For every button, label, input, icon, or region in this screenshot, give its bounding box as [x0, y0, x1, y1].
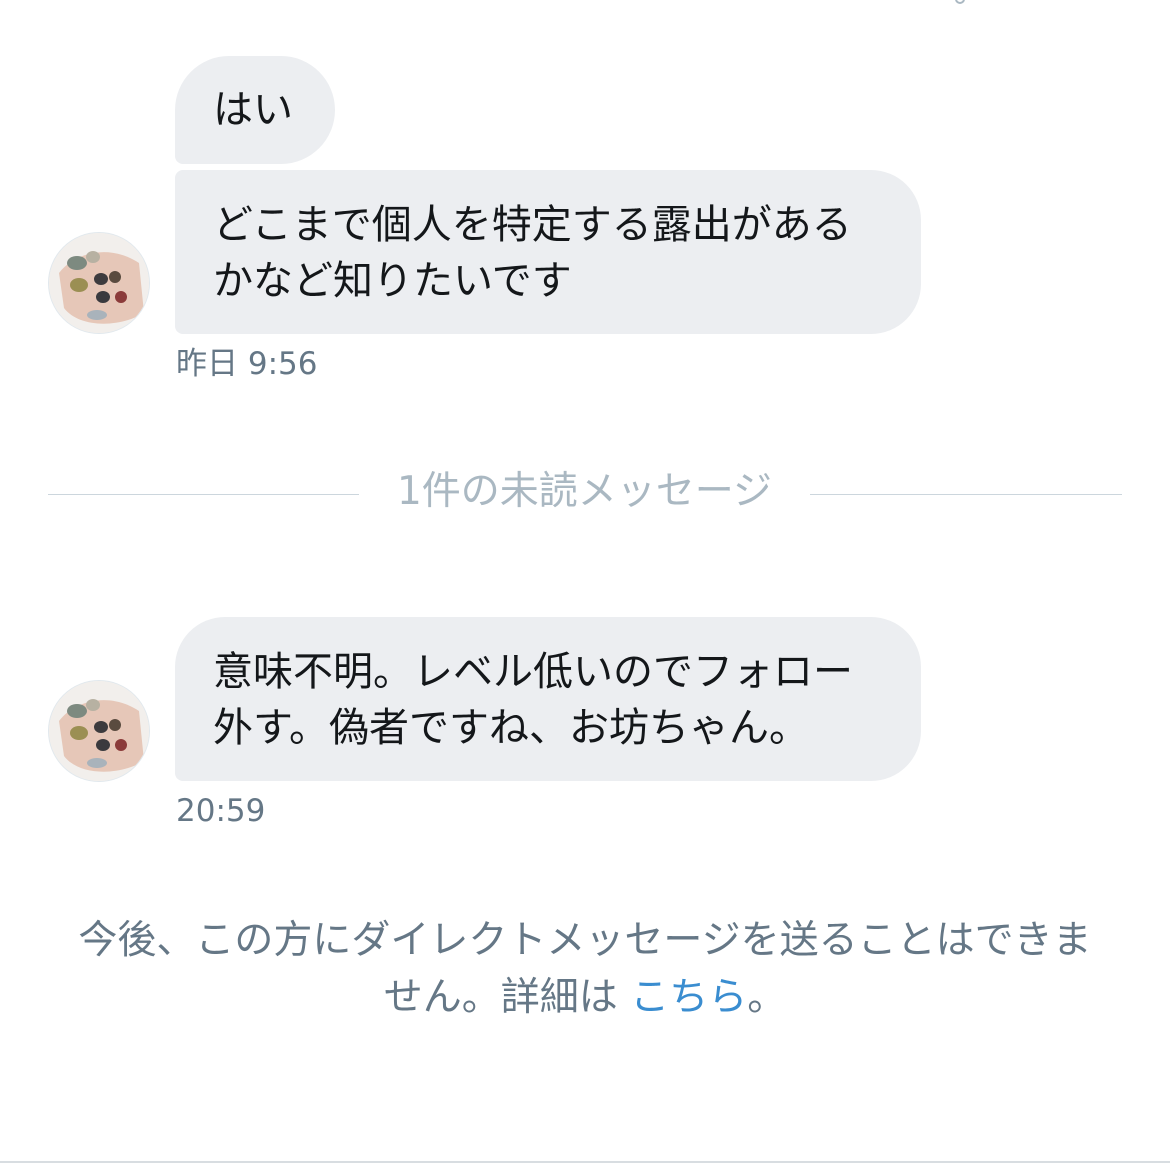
- top-edge-icon: [955, 0, 965, 4]
- blocked-notice: 今後、この方にダイレクトメッセージを送ることはできま せん。詳細は こちら。: [20, 912, 1150, 1026]
- message-bubble[interactable]: はい: [175, 56, 335, 164]
- details-link[interactable]: こちら: [630, 975, 747, 1020]
- avatar[interactable]: [48, 232, 150, 334]
- message-text-line: どこまで個人を特定する露出がある: [213, 202, 852, 248]
- notice-text-line-2: せん。詳細は こちら。: [20, 969, 1150, 1026]
- message-text-line: 意味不明。レベル低いのでフォロー: [213, 649, 853, 695]
- message-bubble[interactable]: 意味不明。レベル低いのでフォロー 外す。偽者ですね、お坊ちゃん。: [175, 617, 921, 781]
- message-bubble[interactable]: どこまで個人を特定する露出がある かなど知りたいです: [175, 170, 921, 334]
- divider-line: [810, 494, 1122, 495]
- avatar[interactable]: [48, 680, 150, 782]
- notice-period: 。: [747, 975, 787, 1020]
- avatar-photo-icon: [49, 681, 149, 781]
- avatar-photo-icon: [49, 233, 149, 333]
- message-text-line: かなど知りたいです: [213, 258, 572, 304]
- message-timestamp: 20:59: [176, 793, 266, 829]
- unread-divider-label: 1件の未読メッセージ: [396, 469, 773, 514]
- notice-text: せん。詳細は: [383, 975, 618, 1020]
- message-text-line: 外す。偽者ですね、お坊ちゃん。: [213, 705, 809, 751]
- message-timestamp: 昨日 9:56: [176, 346, 318, 382]
- notice-text-line: 今後、この方にダイレクトメッセージを送ることはできま: [78, 918, 1092, 963]
- message-text: はい: [213, 87, 293, 133]
- divider-line: [48, 494, 359, 495]
